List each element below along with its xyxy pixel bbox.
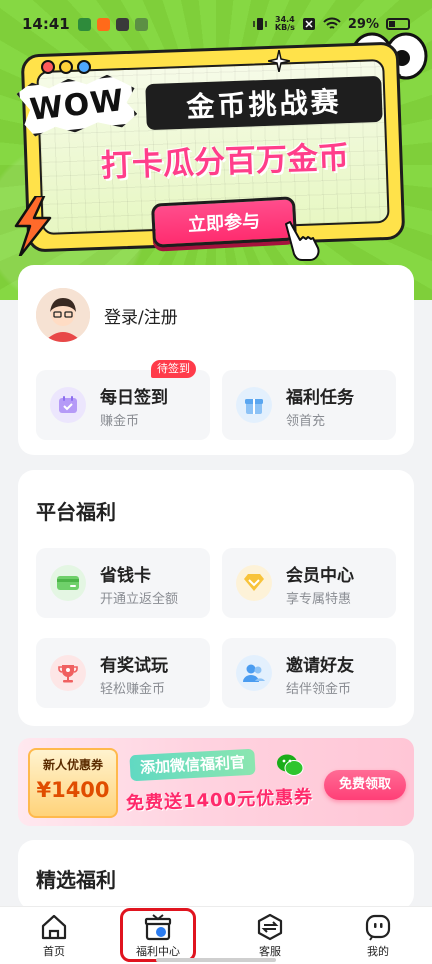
battery-icon bbox=[386, 18, 410, 30]
wifi-icon bbox=[323, 17, 341, 29]
home-indicator[interactable] bbox=[156, 958, 276, 962]
gift-icon bbox=[236, 387, 272, 423]
bottom-nav: 首页 福利中心 客服 我的 bbox=[0, 906, 432, 964]
daily-checkin-title: 每日签到 bbox=[100, 388, 168, 408]
invite-friends-subtitle: 结伴领金币 bbox=[286, 682, 352, 697]
welfare-task-tile[interactable]: 福利任务 领首充 bbox=[222, 370, 396, 440]
invite-friends-tile[interactable]: 邀请好友 结伴领金币 bbox=[222, 638, 396, 708]
avatar-boy-icon bbox=[36, 288, 90, 342]
vip-center-tile[interactable]: 会员中心 享专属特惠 bbox=[222, 548, 396, 618]
nav-customer-service[interactable]: 客服 bbox=[230, 911, 310, 963]
notification-app-icon bbox=[96, 17, 110, 31]
claim-free-button[interactable]: 免费领取 bbox=[324, 770, 406, 800]
calendar-icon bbox=[50, 387, 86, 423]
hero-banner[interactable]: 14:41 34.4 KB/s 29% WOW 金币挑战赛 打卡瓜分百万金币 立… bbox=[0, 0, 432, 300]
notification-app-icon bbox=[77, 17, 91, 31]
hero-title: 金币挑战赛 bbox=[145, 75, 383, 131]
new-user-coupon: 新人优惠券 ¥1400 bbox=[28, 748, 118, 818]
platform-benefits-card: 平台福利 省钱卡 开通立返全额 会员中心 享专属特惠 有奖试玩 轻松赚金币 邀请… bbox=[18, 470, 414, 726]
pending-checkin-badge: 待签到 bbox=[151, 360, 196, 378]
daily-checkin-tile[interactable]: 每日签到 赚金币 bbox=[36, 370, 210, 440]
customer-service-icon bbox=[257, 913, 283, 941]
notification-play-icon bbox=[115, 17, 129, 31]
trial-play-title: 有奖试玩 bbox=[100, 656, 168, 676]
promo-main-text: 免费送1400元优惠券 bbox=[125, 786, 314, 815]
sparkle-icon bbox=[268, 50, 290, 72]
selected-benefits-card: 精选福利 bbox=[18, 840, 414, 910]
profile-icon bbox=[365, 914, 391, 941]
sim-icon bbox=[302, 18, 315, 30]
nav-service-label: 客服 bbox=[259, 945, 281, 958]
nav-home[interactable]: 首页 bbox=[14, 911, 94, 963]
wechat-promo-banner[interactable]: 新人优惠券 ¥1400 添加微信福利官 免费送1400元优惠券 免费领取 bbox=[18, 738, 414, 826]
savings-card-title: 省钱卡 bbox=[100, 566, 151, 586]
daily-checkin-subtitle: 赚金币 bbox=[100, 414, 140, 429]
wechat-icon bbox=[277, 754, 304, 776]
selected-benefits-title: 精选福利 bbox=[36, 868, 116, 892]
network-speed-unit: KB/s bbox=[274, 23, 295, 32]
vip-diamond-icon bbox=[236, 565, 272, 601]
vip-center-subtitle: 享专属特惠 bbox=[286, 592, 352, 607]
coupon-label: 新人优惠券 bbox=[42, 758, 103, 772]
trophy-icon bbox=[50, 655, 86, 691]
nav-profile[interactable]: 我的 bbox=[338, 911, 418, 963]
vip-center-title: 会员中心 bbox=[286, 566, 354, 586]
network-speed: 34.4 KB/s bbox=[275, 16, 295, 32]
login-register-link[interactable]: 登录/注册 bbox=[104, 303, 178, 328]
login-row[interactable]: 登录/注册 bbox=[36, 288, 178, 342]
coupon-amount: ¥1400 bbox=[36, 778, 110, 802]
welfare-task-subtitle: 领首充 bbox=[286, 414, 326, 429]
platform-benefits-title: 平台福利 bbox=[36, 500, 116, 524]
active-tab-highlight bbox=[120, 908, 196, 962]
vibrate-icon bbox=[253, 18, 267, 30]
nav-home-label: 首页 bbox=[43, 945, 65, 958]
nav-profile-label: 我的 bbox=[367, 945, 389, 958]
savings-card-subtitle: 开通立返全额 bbox=[100, 592, 179, 607]
pointing-hand-icon bbox=[285, 221, 320, 261]
window-dots-icon bbox=[41, 60, 91, 74]
card-icon bbox=[50, 565, 86, 601]
join-now-button[interactable]: 立即参与 bbox=[150, 196, 298, 248]
notification-app-icon bbox=[134, 17, 148, 31]
savings-card-tile[interactable]: 省钱卡 开通立返全额 bbox=[36, 548, 210, 618]
lightning-icon bbox=[14, 196, 52, 256]
avatar[interactable] bbox=[36, 288, 90, 342]
promo-tag: 添加微信福利官 bbox=[129, 748, 256, 782]
welfare-task-title: 福利任务 bbox=[286, 388, 354, 408]
trial-play-subtitle: 轻松赚金币 bbox=[100, 682, 166, 697]
trial-play-tile[interactable]: 有奖试玩 轻松赚金币 bbox=[36, 638, 210, 708]
friends-icon bbox=[236, 655, 272, 691]
home-icon bbox=[41, 914, 67, 940]
status-time: 14:41 bbox=[22, 15, 70, 33]
invite-friends-title: 邀请好友 bbox=[286, 656, 354, 676]
account-card: 登录/注册 每日签到 赚金币 福利任务 领首充 bbox=[18, 265, 414, 455]
